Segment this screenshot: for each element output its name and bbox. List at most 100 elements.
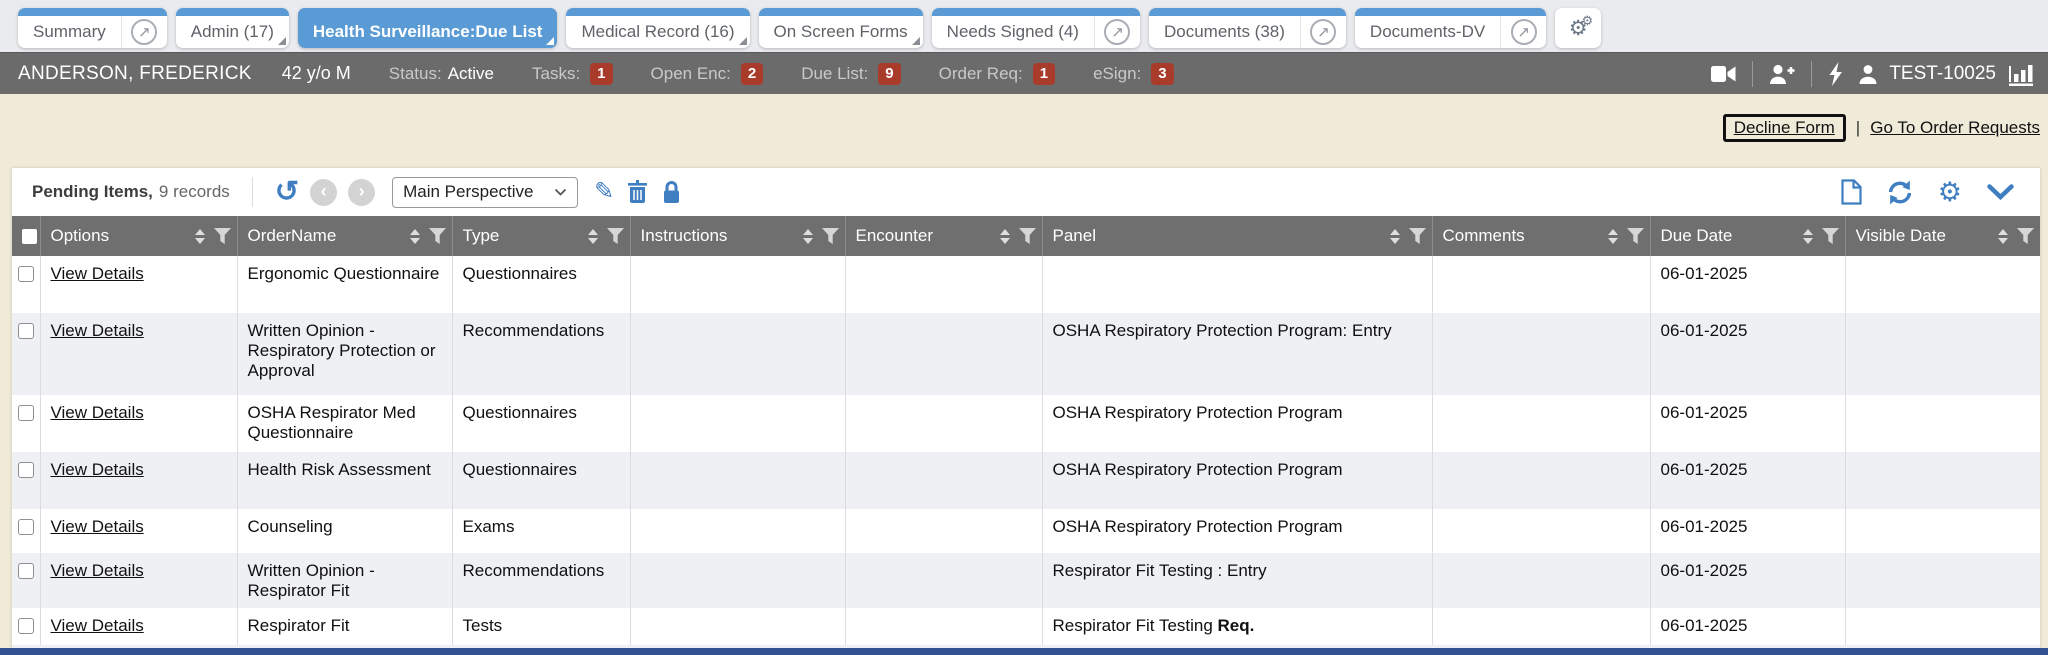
column-header-instructions[interactable]: Instructions [630, 216, 845, 256]
open-in-new-window-button[interactable]: ↗ [121, 8, 167, 48]
column-header-type[interactable]: Type [452, 216, 630, 256]
tasks-badge[interactable]: 1 [590, 63, 612, 85]
tab-label: Admin (17) [176, 8, 289, 48]
tab-needs-signed[interactable]: Needs Signed (4) ↗ [932, 8, 1140, 48]
order-req-counter[interactable]: Order Req: 1 [939, 63, 1055, 85]
tab-medical-record[interactable]: Medical Record (16) [566, 8, 749, 48]
decline-form-link[interactable]: Decline Form [1734, 118, 1835, 137]
row-checkbox[interactable] [18, 462, 34, 478]
view-details-link[interactable]: View Details [51, 561, 144, 580]
column-header-visible-date[interactable]: Visible Date [1845, 216, 2040, 256]
new-document-icon[interactable] [1841, 179, 1862, 205]
video-camera-icon[interactable] [1710, 63, 1737, 85]
select-all-checkbox[interactable] [22, 229, 37, 244]
sort-icon[interactable] [1608, 229, 1618, 244]
filter-icon[interactable] [214, 228, 231, 244]
column-header-encounter[interactable]: Encounter [845, 216, 1042, 256]
column-label: OrderName [248, 226, 410, 246]
refresh-icon[interactable] [1887, 180, 1913, 205]
view-details-link[interactable]: View Details [51, 616, 144, 635]
filter-icon[interactable] [607, 228, 624, 244]
cell-type: Recommendations [452, 313, 630, 395]
esign-counter[interactable]: eSign: 3 [1093, 63, 1174, 85]
esign-badge[interactable]: 3 [1151, 63, 1173, 85]
bar-chart-icon[interactable] [2008, 62, 2034, 86]
due-list-badge[interactable]: 9 [878, 63, 900, 85]
view-details-link[interactable]: View Details [51, 517, 144, 536]
filter-icon[interactable] [1019, 228, 1036, 244]
sort-icon[interactable] [1000, 229, 1010, 244]
filter-icon[interactable] [1409, 228, 1426, 244]
column-header-due-date[interactable]: Due Date [1650, 216, 1845, 256]
filter-icon[interactable] [1627, 228, 1644, 244]
filter-icon[interactable] [1822, 228, 1839, 244]
grid-settings-icon[interactable]: ⚙ [1938, 179, 1962, 206]
tab-admin[interactable]: Admin (17) [176, 8, 289, 48]
open-in-new-window-button[interactable]: ↗ [1094, 8, 1140, 48]
edit-perspective-icon[interactable]: ✎ [594, 180, 614, 204]
filter-icon[interactable] [429, 228, 446, 244]
cell-select [12, 553, 40, 608]
previous-perspective-button[interactable]: ‹ [310, 179, 337, 206]
lock-perspective-icon[interactable] [661, 180, 682, 204]
sort-icon[interactable] [803, 229, 813, 244]
open-in-new-window-button[interactable]: ↗ [1500, 8, 1546, 48]
go-to-order-requests-link[interactable]: Go To Order Requests [1870, 118, 2040, 138]
tab-documents[interactable]: Documents (38) ↗ [1149, 8, 1346, 48]
filter-icon[interactable] [822, 228, 839, 244]
sort-icon[interactable] [195, 229, 205, 244]
order-req-badge[interactable]: 1 [1033, 63, 1055, 85]
cell-encounter [845, 395, 1042, 452]
add-person-icon[interactable] [1768, 62, 1796, 86]
row-checkbox[interactable] [18, 266, 34, 282]
open-enc-badge[interactable]: 2 [741, 63, 763, 85]
cell-options: View Details [40, 452, 237, 509]
column-header-options[interactable]: Options [40, 216, 237, 256]
view-details-link[interactable]: View Details [51, 403, 144, 422]
cell-options: View Details [40, 395, 237, 452]
column-header-comments[interactable]: Comments [1432, 216, 1650, 256]
view-details-link[interactable]: View Details [51, 264, 144, 283]
status-value: Active [448, 64, 494, 84]
row-checkbox[interactable] [18, 563, 34, 579]
open-in-new-window-button[interactable]: ↗ [1300, 8, 1346, 48]
person-icon[interactable] [1857, 63, 1879, 85]
column-label: Panel [1053, 226, 1390, 246]
tab-on-screen-forms[interactable]: On Screen Forms [759, 8, 923, 48]
cell-visible-date [1845, 452, 2040, 509]
sort-icon[interactable] [410, 229, 420, 244]
sort-icon[interactable] [1803, 229, 1813, 244]
filter-icon[interactable] [2017, 228, 2034, 244]
sort-icon[interactable] [1998, 229, 2008, 244]
delete-perspective-icon[interactable] [627, 180, 648, 204]
due-list-counter[interactable]: Due List: 9 [801, 63, 900, 85]
column-header-ordername[interactable]: OrderName [237, 216, 452, 256]
column-header-panel[interactable]: Panel [1042, 216, 1432, 256]
row-checkbox[interactable] [18, 618, 34, 634]
row-checkbox[interactable] [18, 323, 34, 339]
cell-visible-date [1845, 608, 2040, 645]
view-details-link[interactable]: View Details [51, 460, 144, 479]
next-perspective-button[interactable]: › [348, 179, 375, 206]
row-checkbox[interactable] [18, 405, 34, 421]
tab-health-surveillance-due-list[interactable]: Health Surveillance:Due List [298, 8, 558, 48]
view-details-link[interactable]: View Details [51, 321, 144, 340]
lightning-bolt-icon[interactable] [1827, 62, 1844, 86]
cell-options: View Details [40, 313, 237, 395]
perspective-select[interactable]: Main Perspective [392, 177, 578, 208]
row-checkbox[interactable] [18, 519, 34, 535]
tab-settings-button[interactable]: ⚙ ⚙ [1555, 8, 1601, 48]
collapse-chevron-icon[interactable] [1987, 184, 2014, 200]
sort-icon[interactable] [1390, 229, 1400, 244]
tab-documents-dv[interactable]: Documents-DV ↗ [1355, 8, 1546, 48]
open-enc-counter[interactable]: Open Enc: 2 [651, 63, 764, 85]
tab-summary[interactable]: Summary ↗ [18, 8, 167, 48]
bottom-scrollbar[interactable] [0, 648, 2048, 655]
cell-visible-date [1845, 313, 2040, 395]
sort-icon[interactable] [588, 229, 598, 244]
undo-icon[interactable]: ↺ [275, 179, 299, 205]
perspective-selected-value: Main Perspective [403, 182, 533, 202]
tasks-counter[interactable]: Tasks: 1 [532, 63, 613, 85]
cell-select [12, 256, 40, 313]
cell-order-name: Respirator Fit [237, 608, 452, 645]
